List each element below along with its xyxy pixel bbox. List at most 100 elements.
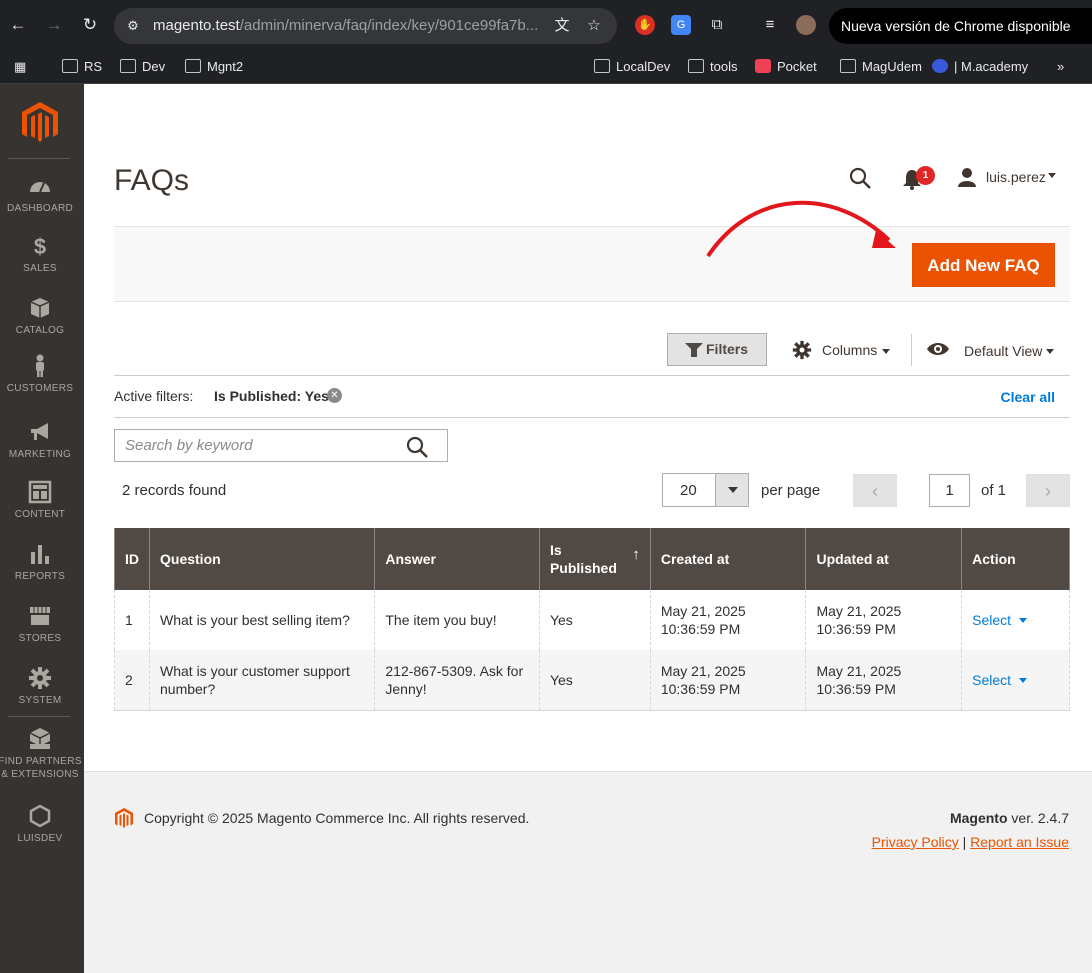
per-page-toggle[interactable] bbox=[715, 474, 748, 506]
chevron-down-icon[interactable] bbox=[1019, 618, 1028, 623]
bar-chart-icon bbox=[31, 545, 49, 564]
table-row[interactable]: 1 What is your best selling item? The it… bbox=[114, 590, 1070, 650]
columns-label: Columns bbox=[822, 342, 878, 358]
column-header-answer[interactable]: Answer bbox=[374, 528, 540, 590]
search-icon[interactable] bbox=[848, 166, 872, 190]
bookmark-mgnt2[interactable]: Mgnt2 bbox=[185, 56, 243, 78]
magento-logo[interactable] bbox=[20, 100, 60, 144]
search-input[interactable] bbox=[125, 437, 395, 454]
records-count: 2 records found bbox=[122, 482, 227, 499]
column-header-id[interactable]: ID bbox=[114, 528, 150, 590]
page-footer: Copyright © 2025 Magento Commerce Inc. A… bbox=[84, 771, 1092, 973]
pocket-icon bbox=[755, 59, 771, 73]
sidebar-item-stores[interactable]: STORES bbox=[0, 604, 80, 645]
chevron-down-icon bbox=[728, 487, 738, 493]
user-icon[interactable] bbox=[957, 167, 977, 187]
translate-icon[interactable]: 文 bbox=[552, 16, 572, 36]
table-row[interactable]: 2 What is your customer support number? … bbox=[114, 650, 1070, 711]
reload-icon[interactable]: ↻ bbox=[78, 13, 102, 37]
per-page-select[interactable]: 20 bbox=[662, 473, 749, 507]
cell-updated-at: May 21, 2025 10:36:59 PM bbox=[805, 650, 963, 711]
site-info-icon[interactable]: ⚙ bbox=[124, 17, 142, 35]
forward-icon[interactable]: → bbox=[42, 13, 66, 37]
hexagon-icon bbox=[29, 804, 51, 828]
next-page-button[interactable]: › bbox=[1026, 474, 1070, 507]
bookmark-pocket[interactable]: Pocket bbox=[755, 56, 817, 78]
bookmark-localdev[interactable]: LocalDev bbox=[594, 56, 670, 78]
apps-icon[interactable]: ▦ bbox=[14, 56, 26, 78]
chevron-right-icon: › bbox=[1045, 481, 1051, 501]
version-number: ver. 2.4.7 bbox=[1011, 810, 1069, 826]
back-icon[interactable]: ← bbox=[6, 13, 30, 37]
translate-extension-icon[interactable]: G bbox=[671, 15, 691, 35]
column-header-updated-at[interactable]: Updated at bbox=[805, 528, 963, 590]
bookmark-star-icon[interactable]: ☆ bbox=[584, 16, 604, 36]
profile-avatar[interactable] bbox=[796, 15, 816, 35]
bookmark-magudem[interactable]: MagUdem bbox=[840, 56, 922, 78]
view-label: Default View bbox=[964, 343, 1043, 359]
sidebar-item-dashboard[interactable]: DASHBOARD bbox=[0, 174, 80, 215]
cell-updated-at: May 21, 2025 10:36:59 PM bbox=[805, 590, 963, 650]
footer-links: Privacy Policy | Report an Issue bbox=[872, 834, 1069, 850]
cell-created-at: May 21, 2025 10:36:59 PM bbox=[649, 590, 807, 650]
copyright-text: Copyright © 2025 Magento Commerce Inc. A… bbox=[144, 810, 530, 826]
per-page-label: per page bbox=[761, 482, 821, 499]
folder-icon bbox=[594, 59, 610, 73]
cell-id: 1 bbox=[114, 590, 150, 650]
page-actions-bar: Add New FAQ bbox=[114, 226, 1070, 302]
column-header-question[interactable]: Question bbox=[148, 528, 376, 590]
sidebar-item-content[interactable]: CONTENT bbox=[0, 480, 80, 521]
puzzle-icon[interactable]: ⧉ bbox=[707, 15, 727, 35]
more-bookmarks-icon[interactable]: » bbox=[1057, 56, 1064, 78]
extension-icon[interactable]: ✋ bbox=[635, 15, 655, 35]
sidebar-item-reports[interactable]: REPORTS bbox=[0, 542, 80, 583]
column-header-created-at[interactable]: Created at bbox=[649, 528, 807, 590]
sidebar-item-system[interactable]: SYSTEM bbox=[0, 666, 80, 707]
page-title: FAQs bbox=[114, 164, 190, 197]
chevron-down-icon[interactable] bbox=[1048, 173, 1056, 178]
admin-sidebar: DASHBOARD $ SALES CATALOG CUSTOMERS MARK… bbox=[0, 84, 84, 973]
previous-page-button[interactable]: ‹ bbox=[853, 474, 897, 507]
report-issue-link[interactable]: Report an Issue bbox=[970, 834, 1069, 850]
toolbar-divider bbox=[911, 334, 912, 366]
notification-badge: 1 bbox=[916, 166, 935, 185]
sidebar-divider bbox=[8, 716, 70, 717]
bookmark-macademy[interactable]: | M.academy bbox=[932, 56, 1028, 78]
page-number-input[interactable]: 1 bbox=[929, 474, 970, 507]
user-menu[interactable]: luis.perez bbox=[986, 169, 1046, 185]
chevron-down-icon bbox=[1046, 349, 1054, 354]
search-icon[interactable] bbox=[405, 435, 429, 459]
macademy-icon bbox=[932, 59, 948, 73]
bookmark-dev[interactable]: Dev bbox=[120, 56, 165, 78]
clear-all-link[interactable]: Clear all bbox=[1001, 389, 1055, 405]
chevron-down-icon[interactable] bbox=[1019, 677, 1028, 683]
media-icon[interactable]: ≡ bbox=[760, 15, 780, 35]
sidebar-item-catalog[interactable]: CATALOG bbox=[0, 296, 80, 337]
bookmark-tools[interactable]: tools bbox=[688, 56, 737, 78]
select-action-link[interactable]: Select bbox=[972, 672, 1011, 688]
filters-button[interactable]: Filters bbox=[667, 333, 767, 366]
sidebar-item-customers[interactable]: CUSTOMERS bbox=[0, 354, 80, 395]
sidebar-item-sales[interactable]: $ SALES bbox=[0, 234, 80, 275]
chevron-down-icon bbox=[882, 349, 890, 354]
sidebar-item-luisdev[interactable]: LUISDEV bbox=[0, 804, 80, 845]
column-header-is-published[interactable]: Is Published ↑ bbox=[538, 528, 651, 590]
gear-icon bbox=[29, 667, 51, 689]
privacy-policy-link[interactable]: Privacy Policy bbox=[872, 834, 959, 850]
cell-question: What is your best selling item? bbox=[148, 590, 376, 650]
bookmark-rs[interactable]: RS bbox=[62, 56, 102, 78]
chevron-left-icon: ‹ bbox=[872, 481, 878, 501]
address-bar[interactable]: ⚙ magento.test/admin/minerva/faq/index/k… bbox=[114, 8, 617, 44]
select-action-link[interactable]: Select bbox=[972, 612, 1011, 628]
cell-published: Yes bbox=[538, 590, 651, 650]
sidebar-item-partners[interactable]: FIND PARTNERS & EXTENSIONS bbox=[0, 727, 82, 781]
folder-icon bbox=[688, 59, 704, 73]
page-total: of 1 bbox=[981, 482, 1007, 499]
person-icon bbox=[36, 354, 44, 377]
add-new-faq-button[interactable]: Add New FAQ bbox=[912, 243, 1055, 287]
url-text: magento.test/admin/minerva/faq/index/key… bbox=[153, 17, 539, 34]
remove-filter-icon[interactable]: ✕ bbox=[327, 388, 342, 403]
sidebar-item-marketing[interactable]: MARKETING bbox=[0, 420, 80, 461]
folder-icon bbox=[62, 59, 78, 73]
chrome-update-button[interactable]: Nueva versión de Chrome disponible bbox=[829, 8, 1092, 44]
